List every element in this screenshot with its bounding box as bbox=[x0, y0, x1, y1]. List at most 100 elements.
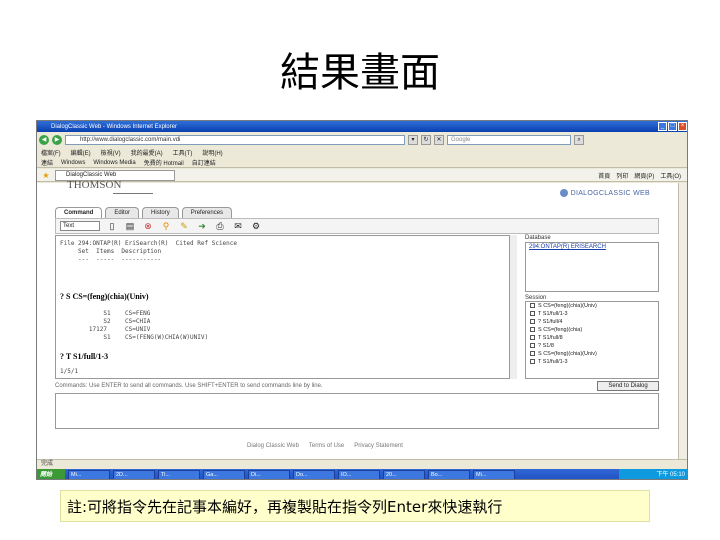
database-panel: Database 294:ONTAP(R) ERISEARCH Session … bbox=[525, 235, 659, 379]
close-button[interactable]: × bbox=[678, 122, 687, 131]
search-icon[interactable]: ⚲ bbox=[160, 220, 172, 232]
dialog-logo-icon bbox=[559, 189, 568, 197]
tab-command[interactable]: Command bbox=[55, 207, 103, 218]
session-item-label: S CS=(feng)(chia)(Univ) bbox=[538, 303, 597, 309]
app-tabs: Command Editor History Preferences bbox=[55, 207, 233, 218]
window-controls: _ □ × bbox=[658, 122, 687, 131]
bookmark-icon[interactable]: ➜ bbox=[196, 220, 208, 232]
print-button[interactable]: 列印 bbox=[616, 171, 628, 180]
database-list[interactable]: 294:ONTAP(R) ERISEARCH bbox=[525, 242, 659, 292]
menu-edit[interactable]: 編輯(E) bbox=[71, 148, 91, 157]
menu-file[interactable]: 檔案(F) bbox=[41, 148, 61, 157]
taskbar-item[interactable]: Bo... bbox=[428, 470, 470, 479]
command-input[interactable] bbox=[55, 393, 659, 429]
session-item[interactable]: T S1/full/8 bbox=[526, 334, 658, 342]
link-windows[interactable]: Windows bbox=[61, 160, 85, 166]
link-hotmail[interactable]: 免費的 Hotmail bbox=[144, 158, 184, 167]
links-bar: 連結 Windows Windows Media 免費的 Hotmail 自訂連… bbox=[37, 158, 687, 168]
settings-icon[interactable]: ⚙ bbox=[250, 220, 262, 232]
session-item[interactable]: S CS=(feng)(chia)(Univ) bbox=[526, 350, 658, 358]
link-custom[interactable]: 自訂連結 bbox=[192, 158, 216, 167]
page-content: THOMSON DIALOGCLASSIC WEB Command Editor… bbox=[37, 179, 680, 459]
taskbar-item[interactable]: Do... bbox=[293, 470, 335, 479]
search-icon[interactable]: ⌕ bbox=[574, 134, 584, 145]
session-item-label: ? S1/full/4 bbox=[538, 319, 563, 325]
output-command: ? S CS=(feng)(chia)(Univ) bbox=[60, 292, 149, 301]
home-button[interactable]: 首頁 bbox=[598, 171, 610, 180]
session-item-label: T S1/full/8 bbox=[538, 335, 563, 341]
start-button[interactable]: 開始 bbox=[37, 469, 65, 479]
session-item-label: S CS=(feng)(chia) bbox=[538, 327, 583, 333]
checkbox[interactable] bbox=[530, 343, 535, 349]
session-item[interactable]: T S1/full/1-3 bbox=[526, 358, 658, 366]
output-line: S2 CS=CHIA bbox=[60, 318, 151, 325]
print-icon[interactable]: ⎙ bbox=[214, 220, 226, 232]
new-icon[interactable]: ▯ bbox=[106, 220, 118, 232]
taskbar-item[interactable]: 2D... bbox=[113, 470, 155, 479]
checkbox[interactable] bbox=[530, 351, 535, 357]
minimize-button[interactable]: _ bbox=[658, 122, 667, 131]
tools-menu[interactable]: 工具(O) bbox=[660, 171, 681, 180]
page-scrollbar[interactable] bbox=[678, 183, 687, 459]
taskbar-item[interactable]: 20... bbox=[383, 470, 425, 479]
back-icon[interactable]: ◀ bbox=[39, 134, 49, 145]
taskbar-item[interactable]: Ga... bbox=[203, 470, 245, 479]
taskbar-item[interactable]: IO... bbox=[338, 470, 380, 479]
session-list[interactable]: S CS=(feng)(chia)(Univ) T S1/full/1-3 ? … bbox=[525, 301, 659, 379]
page-menu[interactable]: 網頁(P) bbox=[634, 171, 654, 180]
address-bar[interactable]: http://www.dialogclassic.com/main.vdi bbox=[65, 134, 405, 145]
footer-link[interactable]: Terms of Use bbox=[309, 443, 344, 449]
menu-favorites[interactable]: 我的最愛(A) bbox=[131, 148, 163, 157]
command-output-pane[interactable]: File 294:ONTAP(R) EriSearch(R) Cited Ref… bbox=[55, 235, 517, 379]
slide-note: 註:可將指令先在記事本編好，再複製貼在指令列Enter來快速執行 bbox=[60, 490, 650, 522]
search-input[interactable]: Google bbox=[447, 134, 571, 145]
stop-icon[interactable]: ✕ bbox=[434, 134, 444, 145]
footer-link[interactable]: Dialog Classic Web bbox=[247, 443, 299, 449]
run-icon[interactable]: ✎ bbox=[178, 220, 190, 232]
open-icon[interactable]: ▤ bbox=[124, 220, 136, 232]
checkbox[interactable] bbox=[530, 327, 535, 333]
taskbar-item[interactable]: Di... bbox=[248, 470, 290, 479]
taskbar-item[interactable]: Mi... bbox=[473, 470, 515, 479]
tab-history[interactable]: History bbox=[142, 207, 179, 218]
taskbar-item[interactable]: Mi... bbox=[68, 470, 110, 479]
status-bar: 完成 bbox=[37, 459, 687, 469]
format-select[interactable]: Text bbox=[60, 221, 100, 231]
refresh-icon[interactable]: ↻ bbox=[421, 134, 431, 145]
session-item[interactable]: ? S1/8 bbox=[526, 342, 658, 350]
session-item[interactable]: ? S1/full/4 bbox=[526, 318, 658, 326]
session-item[interactable]: T S1/full/1-3 bbox=[526, 310, 658, 318]
checkbox[interactable] bbox=[530, 311, 535, 317]
checkbox[interactable] bbox=[530, 335, 535, 341]
link-windows-media[interactable]: Windows Media bbox=[93, 160, 135, 166]
links-label: 連結 bbox=[41, 161, 54, 167]
taskbar-item[interactable]: Ti... bbox=[158, 470, 200, 479]
output-scrollbar[interactable] bbox=[509, 235, 517, 379]
command-bar: 首頁 列印 網頁(P) 工具(O) bbox=[598, 171, 681, 180]
menu-help[interactable]: 說明(H) bbox=[202, 148, 222, 157]
maximize-button[interactable]: □ bbox=[668, 122, 677, 131]
tab-editor[interactable]: Editor bbox=[105, 207, 140, 218]
menu-view[interactable]: 檢視(V) bbox=[101, 148, 121, 157]
checkbox[interactable] bbox=[530, 319, 535, 325]
favorites-star-icon[interactable]: ★ bbox=[37, 171, 55, 180]
forward-icon[interactable]: ▶ bbox=[52, 134, 62, 145]
send-button[interactable]: Send to Dialog bbox=[597, 381, 659, 391]
dropdown-icon[interactable]: ▾ bbox=[408, 134, 418, 145]
tab-preferences[interactable]: Preferences bbox=[181, 207, 233, 218]
browser-screenshot: DialogClassic Web - Windows Internet Exp… bbox=[36, 120, 688, 480]
checkbox[interactable] bbox=[530, 303, 535, 309]
session-item[interactable]: S CS=(feng)(chia)(Univ) bbox=[526, 302, 658, 310]
mail-icon[interactable]: ✉ bbox=[232, 220, 244, 232]
checkbox[interactable] bbox=[530, 359, 535, 365]
database-item[interactable]: 294:ONTAP(R) ERISEARCH bbox=[527, 244, 657, 252]
tab-row: ★ DialogClassic Web 首頁 列印 網頁(P) 工具(O) bbox=[37, 169, 687, 182]
command-hint: Commands: Use ENTER to send all commands… bbox=[55, 383, 323, 389]
footer-link[interactable]: Privacy Statement bbox=[354, 443, 403, 449]
session-item[interactable]: S CS=(feng)(chia) bbox=[526, 326, 658, 334]
stop-icon[interactable]: ⊗ bbox=[142, 220, 154, 232]
output-line: 1/5/1 bbox=[60, 368, 79, 375]
session-item-label: S CS=(feng)(chia)(Univ) bbox=[538, 351, 597, 357]
menu-tools[interactable]: 工具(T) bbox=[173, 148, 193, 157]
output-line: S1 CS=FENG bbox=[60, 310, 151, 317]
